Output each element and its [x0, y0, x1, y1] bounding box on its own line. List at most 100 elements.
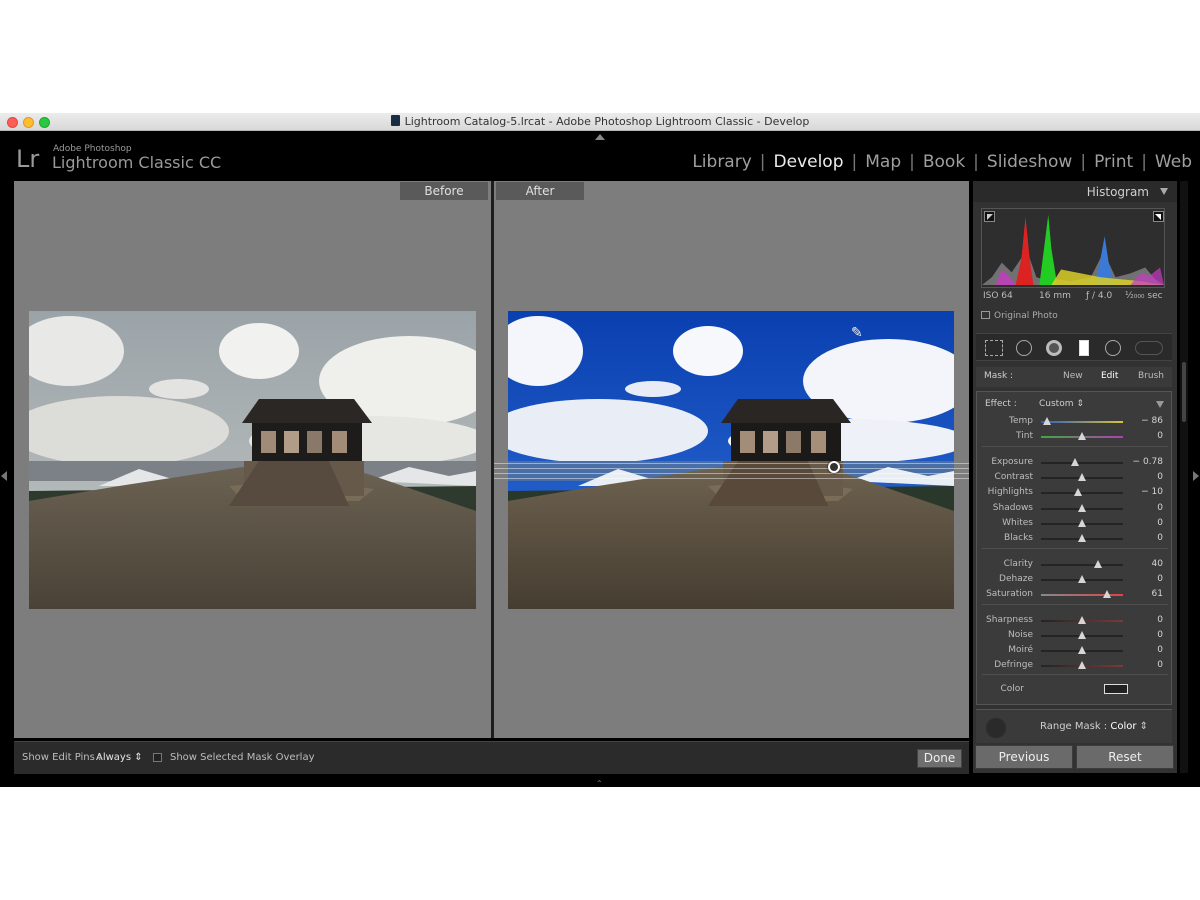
mask-edit-button[interactable]: Edit [1101, 371, 1118, 381]
highlights-slider-track[interactable] [1041, 492, 1123, 494]
whites-label: Whites [1002, 518, 1033, 528]
before-photo-image [29, 311, 476, 609]
module-slideshow[interactable]: Slideshow [987, 152, 1072, 172]
dehaze-value[interactable]: 0 [1157, 574, 1163, 584]
red-eye-icon[interactable] [1046, 340, 1062, 356]
effect-collapse-icon[interactable] [1156, 401, 1164, 408]
sharpness-label: Sharpness [986, 615, 1033, 625]
module-print[interactable]: Print [1094, 152, 1133, 172]
module-separator: | [973, 152, 979, 172]
shadow-clipping-icon[interactable] [984, 211, 995, 222]
module-map[interactable]: Map [865, 152, 901, 172]
defringe-value[interactable]: 0 [1157, 660, 1163, 670]
edit-pin[interactable] [828, 461, 840, 473]
defringe-slider-thumb[interactable] [1078, 661, 1086, 669]
temp-value[interactable]: − 86 [1141, 416, 1163, 426]
shadows-slider-thumb[interactable] [1078, 504, 1086, 512]
exposure-value[interactable]: − 0.78 [1133, 457, 1163, 467]
crop-tool-icon[interactable] [985, 340, 1003, 356]
module-web[interactable]: Web [1155, 152, 1192, 172]
exif-aperture: ƒ / 4.0 [1086, 291, 1113, 301]
adjustment-group-divider [982, 604, 1168, 605]
edit-pins-label: Show Edit Pins : [22, 752, 102, 763]
tint-value[interactable]: 0 [1157, 431, 1163, 441]
document-icon [390, 115, 400, 126]
color-picker-eyedropper-icon[interactable]: ✎ [851, 324, 863, 341]
temp-slider-thumb[interactable] [1043, 417, 1051, 425]
expand-left-panel-arrow-icon[interactable] [1, 471, 7, 481]
mask-row: Mask : New Edit Brush [976, 367, 1172, 387]
contrast-slider-thumb[interactable] [1078, 473, 1086, 481]
graduated-filter-icon[interactable] [1079, 340, 1089, 356]
reset-button[interactable]: Reset [1076, 745, 1174, 769]
blacks-slider-thumb[interactable] [1078, 534, 1086, 542]
tool-strip [976, 333, 1172, 361]
collapse-top-panel-arrow-icon[interactable] [595, 134, 605, 140]
tint-label: Tint [1016, 431, 1033, 441]
highlights-value[interactable]: − 10 [1141, 487, 1163, 497]
contrast-value[interactable]: 0 [1157, 472, 1163, 482]
module-develop[interactable]: Develop [774, 152, 844, 172]
sharpness-slider-thumb[interactable] [1078, 616, 1086, 624]
edit-pins-dropdown[interactable]: Always ⇕ [96, 752, 143, 763]
color-label: Color [1000, 684, 1025, 694]
radial-filter-icon[interactable] [1105, 340, 1121, 356]
histogram-header[interactable]: Histogram [973, 181, 1177, 202]
original-photo-toggle[interactable]: Original Photo [981, 311, 1058, 321]
sharpness-value[interactable]: 0 [1157, 615, 1163, 625]
clarity-slider-track[interactable] [1041, 564, 1123, 566]
exif-focal-length: 16 mm [1039, 291, 1071, 301]
shadows-value[interactable]: 0 [1157, 503, 1163, 513]
whites-slider-thumb[interactable] [1078, 519, 1086, 527]
exposure-slider-thumb[interactable] [1071, 458, 1079, 466]
adjustment-group-divider [982, 446, 1168, 447]
mask-overlay-checkbox[interactable] [153, 753, 162, 762]
adjustments-panel: Effect : Custom ⇕ Temp − 86 Tint 0 Exposure −… [976, 391, 1172, 705]
exposure-slider-track[interactable] [1041, 462, 1123, 464]
mask-brush-button[interactable]: Brush [1138, 371, 1164, 381]
after-photo[interactable] [508, 311, 954, 609]
mask-new-button[interactable]: New [1063, 371, 1083, 381]
tint-slider-thumb[interactable] [1078, 432, 1086, 440]
clarity-slider-row: Clarity 40 [977, 557, 1173, 572]
adjustment-brush-icon[interactable] [1135, 341, 1163, 355]
collapse-triangle-icon [1160, 188, 1168, 195]
saturation-slider-thumb[interactable] [1103, 590, 1111, 598]
before-photo[interactable] [29, 311, 476, 609]
noise-label: Noise [1008, 630, 1033, 640]
original-photo-label: Original Photo [994, 311, 1058, 321]
defringe-label: Defringe [994, 660, 1033, 670]
highlight-clipping-icon[interactable] [1153, 211, 1164, 222]
clarity-slider-thumb[interactable] [1094, 560, 1102, 568]
blacks-label: Blacks [1003, 533, 1033, 543]
whites-value[interactable]: 0 [1157, 518, 1163, 528]
expand-right-panel-arrow-icon[interactable] [1193, 471, 1199, 481]
highlights-slider-thumb[interactable] [1074, 488, 1082, 496]
module-separator: | [1080, 152, 1087, 172]
right-panel-scrollbar[interactable] [1180, 181, 1188, 773]
spot-removal-icon[interactable] [1016, 340, 1032, 356]
noise-slider-thumb[interactable] [1078, 631, 1086, 639]
effect-dropdown[interactable]: Custom ⇕ [1039, 399, 1084, 409]
done-button[interactable]: Done [917, 749, 962, 768]
temp-slider-track[interactable] [1041, 421, 1123, 423]
window-title-text: Lightroom Catalog-5.lrcat - Adobe Photos… [404, 115, 810, 128]
collapse-filmstrip-icon[interactable]: ⌃ [596, 779, 603, 788]
previous-button[interactable]: Previous [975, 745, 1073, 769]
module-library[interactable]: Library [692, 152, 751, 172]
moir-slider-thumb[interactable] [1078, 646, 1086, 654]
saturation-value[interactable]: 61 [1152, 589, 1163, 599]
range-mask-dropdown[interactable]: Range Mask : Color ⇕ [1040, 721, 1148, 732]
lightroom-window: Lightroom Catalog-5.lrcat - Adobe Photos… [0, 113, 1200, 788]
histogram[interactable] [981, 208, 1165, 288]
moir-value[interactable]: 0 [1157, 645, 1163, 655]
clarity-value[interactable]: 40 [1152, 559, 1163, 569]
module-book[interactable]: Book [923, 152, 965, 172]
develop-toolbar: Show Edit Pins : Always ⇕ Show Selected … [14, 741, 969, 774]
blacks-value[interactable]: 0 [1157, 533, 1163, 543]
range-mask-toggle[interactable] [986, 718, 1006, 738]
moir-label: Moiré [1008, 645, 1033, 655]
color-swatch[interactable] [1104, 684, 1128, 694]
dehaze-slider-thumb[interactable] [1078, 575, 1086, 583]
noise-value[interactable]: 0 [1157, 630, 1163, 640]
